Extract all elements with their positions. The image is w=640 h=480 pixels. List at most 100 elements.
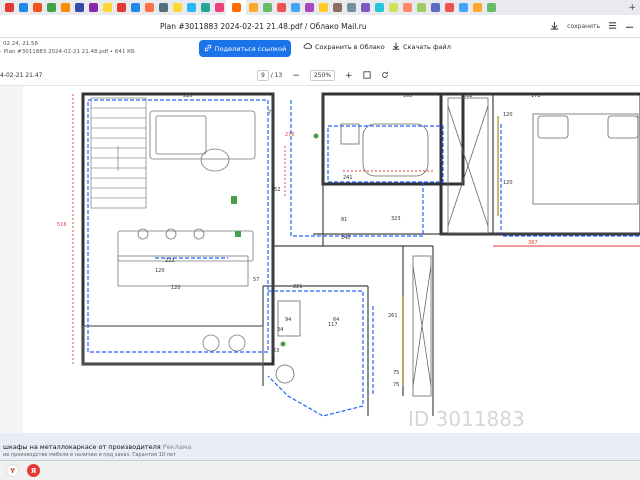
browser-tab[interactable]: [260, 0, 274, 15]
menu-icon[interactable]: [608, 21, 617, 32]
yandex-icon[interactable]: Я: [27, 464, 40, 477]
dimension-label: 225: [183, 93, 193, 99]
dimension-label: 252: [271, 187, 281, 193]
browser-tab[interactable]: [114, 0, 128, 15]
browser-tab[interactable]: [316, 0, 330, 15]
dimension-label: 64: [333, 317, 339, 323]
floor-plan-drawing: 225 70 165 212 172 516 270 252 120 241 120 323 387 24…: [57, 92, 640, 431]
browser-tab[interactable]: [246, 0, 260, 15]
tab-favicon-icon: [486, 3, 496, 12]
save-to-cloud-button[interactable]: Сохранить в Облако: [303, 42, 385, 52]
browser-tab[interactable]: [442, 0, 456, 15]
file-meta: - Plan #3011883 2024-02-21 21.48.pdf • 6…: [0, 49, 135, 55]
file-date: 02.24, 21.58: [3, 41, 38, 47]
browser-tab[interactable]: [128, 0, 142, 15]
page-number-input[interactable]: 9: [257, 70, 269, 81]
browser-title-bar: Plan #3011883 2024-02-21 21.48.pdf / Обл…: [0, 15, 640, 38]
red-annotations: [72, 94, 640, 364]
browser-tab[interactable]: [44, 0, 58, 15]
new-tab-button[interactable]: +: [628, 3, 636, 13]
browser-tab[interactable]: [344, 0, 358, 15]
browser-tab[interactable]: [86, 0, 100, 15]
browser-tab[interactable]: [400, 0, 414, 15]
dimension-label: 94: [285, 317, 291, 323]
browser-tab[interactable]: [72, 0, 86, 15]
walls: [81, 92, 640, 366]
tab-favicon-icon: [130, 3, 140, 12]
dimension-label: 120: [155, 268, 165, 274]
browser-tab[interactable]: [30, 0, 44, 15]
ad-tag: Реклама: [162, 443, 192, 451]
page-total: / 13: [270, 72, 283, 79]
browser-tab[interactable]: [142, 0, 156, 15]
share-link-button[interactable]: Поделиться ссылкой: [199, 40, 291, 57]
dimension-label: 221: [293, 284, 303, 290]
download-file-button[interactable]: Скачать файл: [392, 42, 451, 52]
ad-headline[interactable]: шкафы на металлокаркасе от производителя…: [3, 443, 192, 451]
dimension-label: 120: [503, 180, 513, 186]
tab-favicon-icon: [262, 3, 272, 12]
dimension-labels: 225 70 165 212 172 516 270 252 120 241 120 323 387 24…: [57, 93, 541, 388]
browser-tab[interactable]: [274, 0, 288, 15]
tab-favicon-icon: [430, 3, 440, 12]
download-arrow-icon[interactable]: [550, 21, 559, 32]
dimension-label: 323: [391, 216, 401, 222]
browser-tab[interactable]: [428, 0, 442, 15]
browser-tab[interactable]: [100, 0, 114, 15]
dimension-label: 165: [403, 93, 413, 99]
dimension-label: 270: [285, 132, 295, 138]
zoom-in-button[interactable]: +: [345, 71, 353, 81]
browser-tab[interactable]: [184, 0, 198, 15]
dimension-label: 240: [341, 235, 351, 241]
browser-tab[interactable]: [156, 0, 170, 15]
browser-tab[interactable]: [358, 0, 372, 15]
bathroom-fixtures: [275, 123, 429, 384]
browser-tab[interactable]: [2, 0, 16, 15]
fit-page-icon[interactable]: [362, 70, 371, 81]
browser-tab[interactable]: [212, 0, 226, 15]
browser-tab[interactable]: [470, 0, 484, 15]
browser-tab[interactable]: [372, 0, 386, 15]
tab-favicon-icon: [374, 3, 384, 12]
ad-banner[interactable]: шкафы на металлокаркасе от производителя…: [0, 433, 640, 460]
browser-tab[interactable]: [386, 0, 400, 15]
tab-favicon-icon: [332, 3, 342, 12]
browser-tab[interactable]: [226, 0, 246, 15]
rotate-icon[interactable]: [381, 71, 389, 81]
tab-favicon-icon: [318, 3, 328, 12]
browser-tab[interactable]: [170, 0, 184, 15]
browser-tab[interactable]: [288, 0, 302, 15]
link-icon: [204, 44, 212, 54]
tab-favicon-icon: [346, 3, 356, 12]
browser-tab[interactable]: [456, 0, 470, 15]
tab-favicon-icon: [248, 3, 258, 12]
tab-favicon-icon: [231, 3, 241, 12]
yandex-browser-icon[interactable]: Y: [6, 464, 19, 477]
tab-favicon-icon: [46, 3, 56, 12]
minimize-icon[interactable]: [625, 21, 634, 32]
save-page-button[interactable]: сохранить: [567, 23, 600, 30]
browser-tab-strip: +: [0, 0, 640, 15]
bedroom-furniture: [412, 97, 639, 397]
browser-tab[interactable]: [58, 0, 72, 15]
dimension-label: 34: [277, 327, 283, 333]
window-controls: +: [628, 3, 640, 13]
browser-tab[interactable]: [330, 0, 344, 15]
download-icon: [392, 42, 400, 52]
ad-headline-text[interactable]: шкафы на металлокаркасе от производителя: [3, 443, 161, 451]
zoom-select[interactable]: 250%: [309, 70, 336, 81]
beams: [402, 116, 499, 386]
tab-favicon-icon: [158, 3, 168, 12]
tab-favicon-icon: [186, 3, 196, 12]
pdf-canvas: 225 70 165 212 172 516 270 252 120 241 120 323 387 24…: [0, 86, 640, 433]
browser-tab[interactable]: [414, 0, 428, 15]
browser-tab[interactable]: [198, 0, 212, 15]
browser-tab[interactable]: [16, 0, 30, 15]
zoom-out-button[interactable]: −: [292, 71, 300, 81]
browser-tab[interactable]: [484, 0, 498, 15]
dimension-label: 172: [531, 93, 541, 99]
tab-favicon-icon: [18, 3, 28, 12]
browser-tab[interactable]: [302, 0, 316, 15]
tab-favicon-icon: [60, 3, 70, 12]
tab-favicon-icon: [74, 3, 84, 12]
